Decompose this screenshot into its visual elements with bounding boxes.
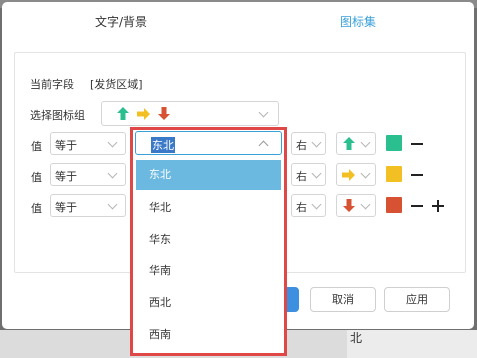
current-field-value: [发货区域] bbox=[90, 78, 143, 91]
rule-2-operator-text: 等于 bbox=[55, 170, 77, 183]
chevron-down-icon bbox=[311, 199, 322, 210]
chevron-down-icon bbox=[311, 168, 322, 179]
dropdown-option-xinan[interactable]: 西南 bbox=[136, 320, 281, 350]
down-arrow-icon bbox=[158, 107, 170, 120]
chevron-down-icon bbox=[360, 137, 371, 148]
chevron-down-icon bbox=[107, 168, 118, 179]
tab-icon-set[interactable]: 图标集 bbox=[340, 13, 376, 30]
apply-button[interactable]: 应用 bbox=[384, 287, 450, 312]
rule-3-operator-text: 等于 bbox=[55, 201, 77, 214]
rule-1-icon-select[interactable] bbox=[336, 132, 376, 155]
rule-2-label: 值 bbox=[31, 171, 42, 184]
rule-2-remove-icon[interactable] bbox=[411, 174, 423, 176]
cancel-button[interactable]: 取消 bbox=[310, 287, 376, 312]
down-arrow-icon bbox=[343, 199, 355, 212]
up-arrow-icon bbox=[117, 107, 129, 120]
chevron-down-icon bbox=[107, 199, 118, 210]
rule-3-operator-select[interactable]: 等于 bbox=[50, 194, 126, 217]
tab-text-background[interactable]: 文字/背景 bbox=[95, 13, 147, 30]
add-rule-icon-stem[interactable] bbox=[437, 200, 439, 212]
ok-button[interactable] bbox=[285, 287, 299, 312]
icon-group-label: 选择图标组 bbox=[30, 109, 85, 122]
up-arrow-icon bbox=[343, 137, 355, 150]
chevron-up-icon[interactable] bbox=[258, 140, 269, 151]
dropdown-option-huanan[interactable]: 华南 bbox=[136, 256, 281, 286]
rule-1-label: 值 bbox=[31, 140, 42, 153]
current-field-label: 当前字段 bbox=[30, 78, 74, 91]
rule-1-value-text: 东北 bbox=[151, 137, 175, 153]
chevron-down-icon bbox=[258, 107, 269, 118]
chevron-down-icon bbox=[360, 199, 371, 210]
rule-3-remove-icon[interactable] bbox=[411, 205, 423, 207]
tab-bar: 文字/背景 图标集 bbox=[2, 2, 474, 44]
rule-2-position-text: 右 bbox=[296, 170, 307, 183]
rule-3-icon-select[interactable] bbox=[336, 194, 376, 217]
backdrop-cell bbox=[347, 330, 477, 358]
right-arrow-icon bbox=[137, 108, 150, 120]
rule-1-operator-select[interactable]: 等于 bbox=[50, 132, 126, 155]
dropdown-option-xibei[interactable]: 西北 bbox=[136, 288, 281, 318]
rule-1-color-swatch[interactable] bbox=[386, 135, 402, 151]
chevron-down-icon bbox=[311, 137, 322, 148]
rule-1-operator-text: 等于 bbox=[55, 139, 77, 152]
rule-1-position-text: 右 bbox=[296, 139, 307, 152]
rule-1-position-select[interactable]: 右 bbox=[291, 132, 326, 155]
dropdown-option-huabei[interactable]: 华北 bbox=[136, 193, 281, 223]
rule-2-operator-select[interactable]: 等于 bbox=[50, 163, 126, 186]
chevron-down-icon bbox=[107, 137, 118, 148]
rule-3-position-text: 右 bbox=[296, 201, 307, 214]
right-arrow-icon bbox=[342, 169, 355, 181]
rule-3-color-swatch[interactable] bbox=[386, 197, 402, 213]
rule-2-position-select[interactable]: 右 bbox=[291, 163, 326, 186]
backdrop-cell-text: 北 bbox=[350, 331, 363, 345]
rule-2-color-swatch[interactable] bbox=[386, 166, 402, 182]
dropdown-option-huadong[interactable]: 华东 bbox=[136, 225, 281, 255]
dropdown-option-dongbei[interactable]: 东北 bbox=[136, 160, 281, 190]
rule-1-remove-icon[interactable] bbox=[411, 143, 423, 145]
rule-3-label: 值 bbox=[31, 202, 42, 215]
rule-2-icon-select[interactable] bbox=[336, 163, 376, 186]
rule-3-position-select[interactable]: 右 bbox=[291, 194, 326, 217]
icon-group-select[interactable] bbox=[101, 101, 279, 126]
chevron-down-icon bbox=[360, 168, 371, 179]
rule-1-value-input[interactable]: 东北 bbox=[135, 131, 282, 155]
